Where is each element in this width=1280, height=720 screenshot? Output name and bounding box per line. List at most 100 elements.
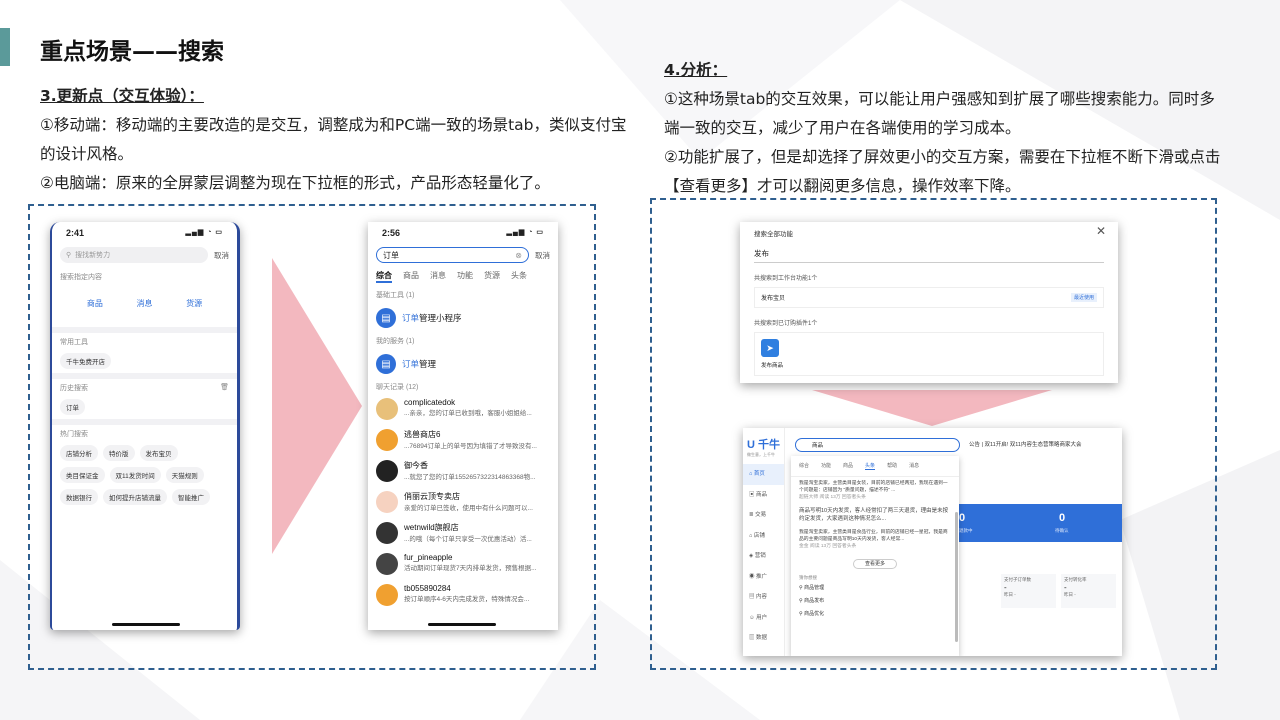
- found-plugins-label: 共搜索到已订购插件1个: [754, 321, 818, 327]
- signal-battery-icon: ▂▄▆ ◔ ▭: [506, 229, 544, 236]
- hot-chip[interactable]: 店铺分析: [60, 445, 98, 461]
- avatar: [376, 398, 398, 420]
- tool-result[interactable]: ▤ 订单管理小程序: [368, 303, 558, 333]
- chat-name: 逃兽商店6: [404, 430, 441, 439]
- service-result[interactable]: ▤ 订单管理: [368, 349, 558, 379]
- tab-goods[interactable]: 商品: [403, 270, 419, 283]
- service-highlight: 订单: [402, 359, 420, 369]
- tab-functions[interactable]: 功能: [457, 270, 473, 283]
- sidebar-item-label: 内容: [756, 594, 768, 600]
- avatar: [376, 429, 398, 451]
- clear-icon[interactable]: ⊗: [515, 251, 522, 260]
- cancel-button[interactable]: 取消: [535, 250, 550, 261]
- sidebar-item[interactable]: ☺ 用户: [743, 608, 784, 629]
- chat-item[interactable]: complicatedok ...亲亲，您的订单已收到哦，客服小姐姐给...: [368, 395, 558, 426]
- tab-headlines[interactable]: 头条: [511, 270, 527, 283]
- chat-name: fur_pineapple: [404, 553, 453, 562]
- sidebar-item[interactable]: ≣ 交易: [743, 505, 784, 526]
- chat-item[interactable]: tb055890284 按订单顺序4-6天内完成发货，特殊情况会...: [368, 581, 558, 612]
- search-input[interactable]: ⚲ 搜找新势力: [60, 247, 208, 263]
- result-item[interactable]: 我是淘宝卖家，主营类目是食品行业，目前的店铺已经一星冠，我是商品的主要问题是商品…: [791, 526, 959, 553]
- dropdown-scrollbar[interactable]: [955, 512, 958, 642]
- close-icon[interactable]: ✕: [1096, 224, 1106, 238]
- sidebar-item-label: 商品: [756, 491, 768, 498]
- tools-section: 常用工具 千牛免费开店: [52, 333, 237, 373]
- chat-message: 按订单顺序4-6天内完成发货，特殊情况会...: [404, 596, 530, 603]
- hot-chip[interactable]: 数据银行: [60, 489, 98, 505]
- plugin-item-label: 发布商品: [761, 363, 784, 369]
- tab-messages[interactable]: 消息: [430, 270, 446, 283]
- hot-chip[interactable]: 类目保证金: [60, 467, 105, 483]
- chat-item[interactable]: wetnwild旗舰店 ...的哦（每个订单只享受一次优惠活动）活...: [368, 519, 558, 550]
- chat-item[interactable]: 逃兽商店6 ...76894订单上的单号因为填错了才导致没有...: [368, 426, 558, 457]
- hot-chip[interactable]: 特价版: [103, 445, 135, 461]
- scope-tab-goods[interactable]: 商品: [87, 298, 103, 309]
- refund-label: 退款中: [959, 528, 973, 533]
- tab-messages[interactable]: 消息: [909, 462, 919, 470]
- logo-icon: U: [747, 439, 758, 451]
- refund-count: 0: [959, 512, 966, 524]
- sidebar-item[interactable]: ◉ 推广: [743, 567, 784, 588]
- chat-item[interactable]: 御今香 ...就您了您的订单1552657322314863368物...: [368, 457, 558, 488]
- sidebar-item-label: 营销: [754, 553, 766, 559]
- sidebar-item-label: 用户: [756, 614, 768, 621]
- result-item[interactable]: 商品写明10天内发货，客人经常扣了两三天退货，理由是未按约定发货，大家遇到这种情…: [791, 504, 959, 526]
- related-link[interactable]: ⚲ 商品发布: [791, 594, 959, 607]
- hot-chip[interactable]: 如何提升店铺流量: [103, 489, 167, 505]
- search-input[interactable]: 订单 ⊗: [376, 247, 529, 263]
- stat-value: -: [1004, 583, 1007, 592]
- search-icon: ⚲: [66, 252, 72, 259]
- search-value: 订单: [383, 250, 399, 260]
- plugin-result-card[interactable]: ➤ 发布商品: [754, 332, 1104, 376]
- tool-result-card[interactable]: 发布宝贝 最近使用: [754, 287, 1104, 308]
- hot-chip[interactable]: 双11发货时间: [109, 467, 161, 483]
- hot-chip[interactable]: 智能推广: [172, 489, 210, 505]
- sidebar-item[interactable]: ▣ 商品: [743, 485, 784, 506]
- hot-chip[interactable]: 发布宝贝: [139, 445, 178, 461]
- chat-item[interactable]: fur_pineapple 活动期间订单现货7天内排单发货，预售根据...: [368, 550, 558, 581]
- new-desktop-search-screen: U 千牛 做生意，上千牛 ⌂ 首页 ▣ 商品 ≣ 交易 ⌂ 店铺 ◈ 营销 ◉ 推广 ▤ 内…: [743, 428, 1122, 656]
- view-more-button[interactable]: 查看更多: [853, 559, 897, 569]
- sidebar-item[interactable]: ▥ 数据: [743, 628, 784, 649]
- trash-icon[interactable]: 🗑: [220, 383, 229, 393]
- tool-item-label: 发布宝贝: [761, 296, 786, 302]
- history-chip[interactable]: 订单: [60, 399, 85, 415]
- chat-item[interactable]: 俏丽云顶专卖店 亲爱的订单已签收，使用中有什么问题可以...: [368, 488, 558, 519]
- hot-title: 热门搜索: [60, 431, 88, 438]
- tab-all[interactable]: 综合: [376, 270, 392, 283]
- scope-tab-messages[interactable]: 消息: [136, 298, 152, 309]
- tool-chip[interactable]: 千牛免费开店: [60, 353, 111, 369]
- tab-goods[interactable]: 商品: [843, 462, 853, 470]
- related-link[interactable]: ⚲ 商品优化: [791, 607, 959, 620]
- cancel-button[interactable]: 取消: [214, 250, 229, 261]
- related-link-text: 商品管理: [804, 585, 825, 591]
- stat-card: 支付转化率 - 昨日 -: [1061, 574, 1116, 608]
- notice-bar[interactable]: 公告 | 双11开启! 双11内容生态营策略商家大会: [969, 440, 1081, 448]
- result-item[interactable]: 我是淘宝卖家，主营类目是女装，目前的店铺已经两冠，我现在遇到一个问题是：店铺因为…: [791, 477, 959, 504]
- scope-title: 搜索指定内容: [60, 274, 102, 281]
- search-input[interactable]: 商品: [795, 438, 960, 452]
- mini-program-icon: ▤: [376, 308, 396, 328]
- sidebar-item-label: 店铺: [753, 532, 765, 539]
- scope-tab-supply[interactable]: 货源: [186, 298, 202, 309]
- dialog-title: 搜索全部功能: [754, 231, 793, 238]
- sidebar-item[interactable]: ⌂ 首页: [743, 464, 784, 485]
- result-text: 我是淘宝卖家，主营类目是食品行业，目前的店铺已经一星冠，我是商品的主要问题是商品…: [799, 530, 948, 542]
- scope-section: 搜索指定内容 商品 消息 货源: [52, 266, 237, 327]
- sidebar-item[interactable]: ⌂ 店铺: [743, 526, 784, 547]
- sidebar-item[interactable]: ▤ 内容: [743, 587, 784, 608]
- tab-help[interactable]: 帮助: [887, 462, 897, 470]
- dialog-search-input[interactable]: 发布: [754, 248, 1104, 263]
- chat-message: ...的哦（每个订单只享受一次优惠活动）活...: [404, 536, 532, 543]
- hot-chip[interactable]: 天猫规则: [165, 467, 204, 483]
- tab-all[interactable]: 综合: [799, 462, 809, 470]
- tab-functions[interactable]: 功能: [821, 462, 831, 470]
- related-link[interactable]: ⚲ 商品管理: [791, 581, 959, 594]
- tab-supply[interactable]: 货源: [484, 270, 500, 283]
- avatar: [376, 553, 398, 575]
- related-link-text: 商品优化: [804, 611, 825, 617]
- home-indicator: [428, 623, 496, 626]
- tab-headlines[interactable]: 头条: [865, 462, 876, 470]
- sidebar-item[interactable]: ◈ 营销: [743, 546, 784, 567]
- search-row: ⚲ 搜找新势力 取消: [52, 244, 237, 266]
